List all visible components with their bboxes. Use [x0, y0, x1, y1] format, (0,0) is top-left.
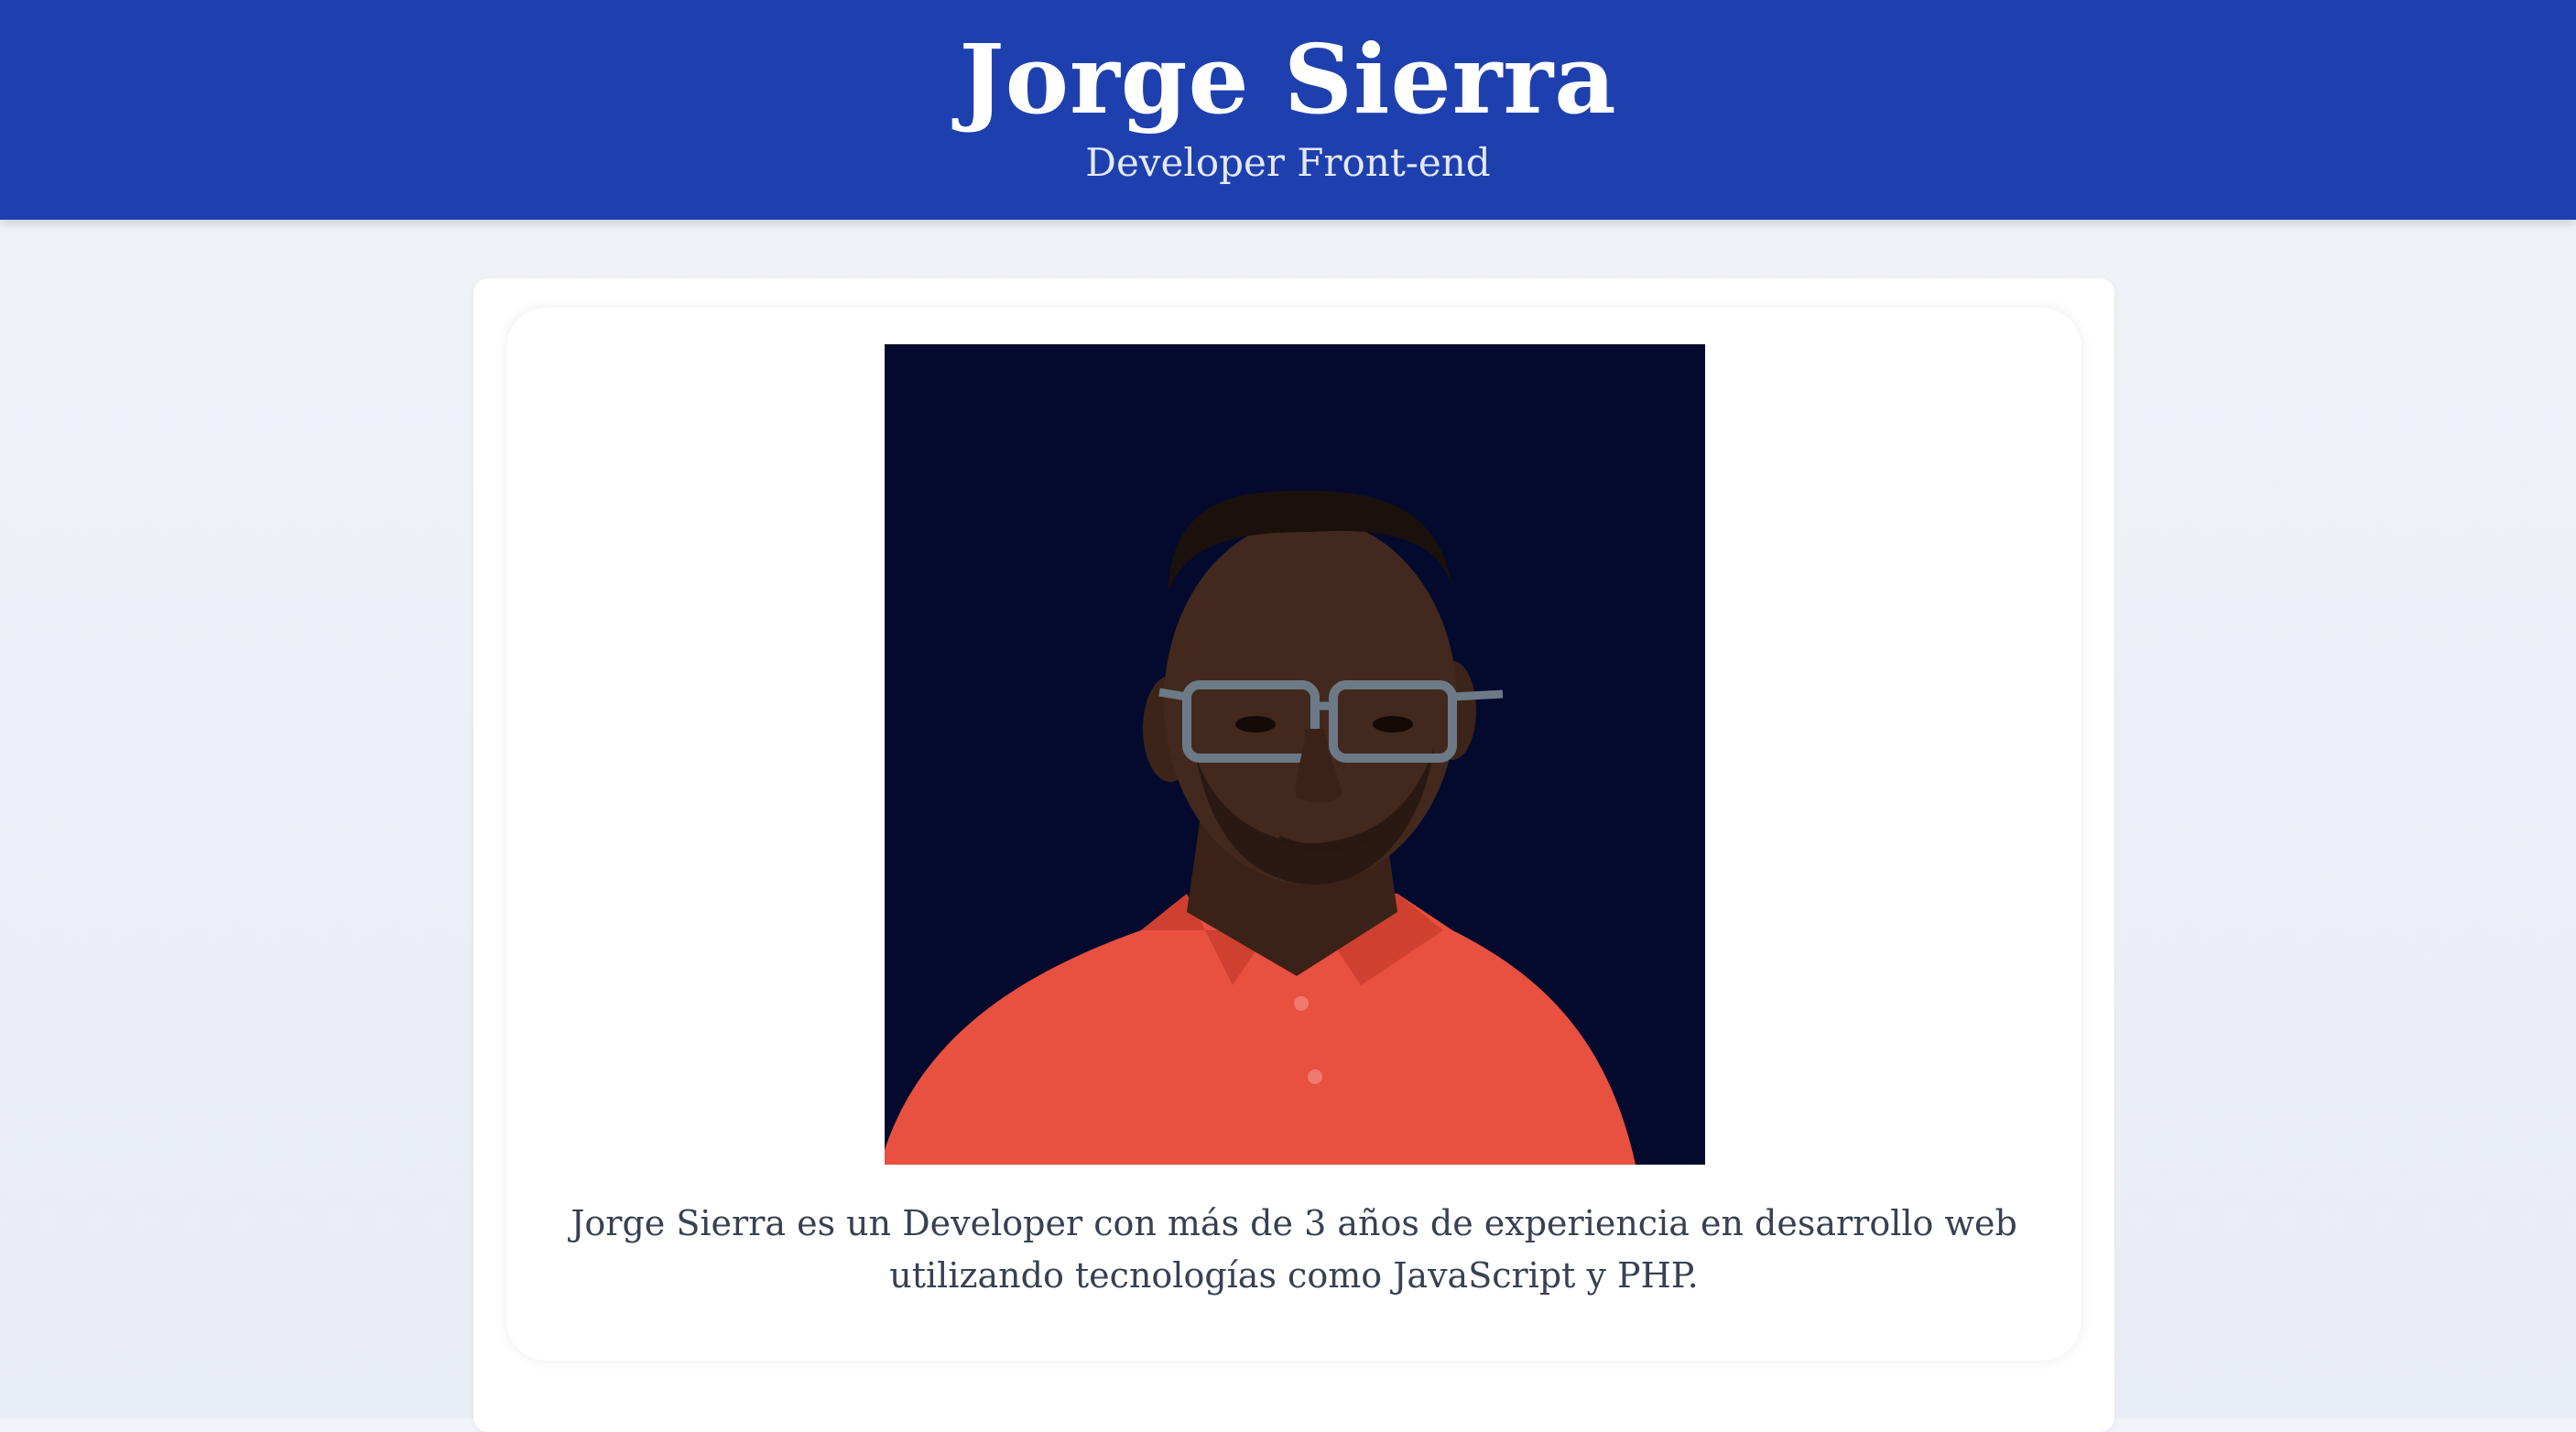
portrait-photo-icon	[885, 344, 1705, 1165]
page-subtitle: Developer Front-end	[1085, 140, 1491, 185]
profile-photo	[885, 344, 1705, 1165]
page-title: Jorge Sierra	[959, 23, 1617, 136]
profile-card: Jorge Sierra es un Developer con más de …	[506, 308, 2081, 1361]
site-header: Jorge Sierra Developer Front-end	[0, 0, 2576, 220]
main-panel: Jorge Sierra es un Developer con más de …	[473, 278, 2114, 1432]
profile-bio: Jorge Sierra es un Developer con más de …	[571, 1203, 2017, 1296]
